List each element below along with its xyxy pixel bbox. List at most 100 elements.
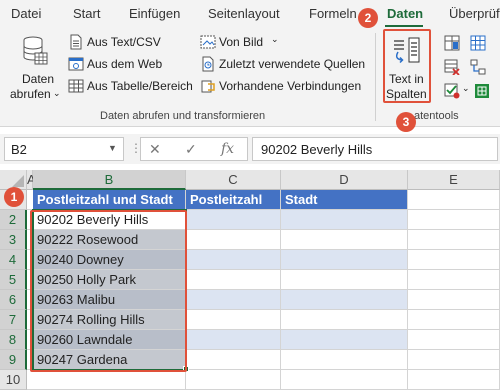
column-header-c[interactable]: C	[186, 170, 281, 190]
column-header-e[interactable]: E	[408, 170, 500, 190]
cell-c1[interactable]: Postleitzahl	[186, 190, 281, 210]
cell-d8[interactable]	[281, 330, 408, 350]
name-box[interactable]: B2	[4, 137, 124, 161]
remove-duplicates-icon[interactable]	[444, 59, 460, 75]
tab-seitenlayout[interactable]: Seitenlayout	[208, 6, 280, 21]
chevron-down-icon[interactable]: ▼	[108, 143, 117, 153]
from-web-button[interactable]: Aus dem Web	[68, 56, 188, 74]
cell-c9[interactable]	[186, 350, 281, 370]
data-validation-icon[interactable]	[444, 83, 460, 99]
relationships-icon[interactable]	[470, 59, 486, 75]
get-data-label-2: abrufen	[10, 87, 51, 101]
from-picture-label: Von Bild	[219, 35, 264, 49]
chevron-down-icon[interactable]: ⌄	[462, 83, 470, 94]
recent-file-icon	[202, 56, 214, 72]
data-model-icon[interactable]	[474, 83, 490, 99]
row-header-3[interactable]: 3	[0, 230, 27, 250]
row-header-9[interactable]: 9	[0, 350, 27, 370]
recent-sources-button[interactable]: Zuletzt verwendete Quellen	[200, 56, 370, 74]
formula-input[interactable]: 90202 Beverly Hills	[252, 137, 498, 161]
selection-highlight	[30, 210, 187, 372]
callout-badge-1: 1	[4, 187, 24, 207]
text-to-columns-highlight	[383, 29, 431, 103]
from-text-csv-label: Aus Text/CSV	[87, 35, 161, 49]
cell-c10[interactable]	[186, 370, 281, 390]
column-header-d[interactable]: D	[281, 170, 408, 190]
formula-buttons: ✕ ✓ fx	[140, 137, 248, 161]
tab-start[interactable]: Start	[73, 6, 100, 21]
menu-bar: Datei Start Einfügen Seitenlayout Formel…	[0, 0, 500, 27]
existing-connections-button[interactable]: Vorhandene Verbindungen	[200, 78, 370, 96]
cell-d4[interactable]	[281, 250, 408, 270]
cell-c6[interactable]	[186, 290, 281, 310]
cell-c2[interactable]	[186, 210, 281, 230]
existing-connections-label: Vorhandene Verbindungen	[219, 79, 362, 93]
row-header-7[interactable]: 7	[0, 310, 27, 330]
cell-b1[interactable]: Postleitzahl und Stadt	[33, 190, 186, 210]
get-data-button[interactable]: Daten abrufen ⌄	[6, 31, 64, 103]
from-web-label: Aus dem Web	[87, 57, 163, 71]
cell-e4[interactable]	[408, 250, 500, 270]
chevron-down-icon: ⌄	[53, 88, 61, 98]
flash-fill-icon[interactable]	[444, 35, 460, 51]
cell-d7[interactable]	[281, 310, 408, 330]
cell-c7[interactable]	[186, 310, 281, 330]
row-header-2[interactable]: 2	[0, 210, 27, 230]
database-icon	[23, 36, 48, 65]
column-header-b[interactable]: B	[33, 170, 186, 190]
cell-d10[interactable]	[281, 370, 408, 390]
cell-d5[interactable]	[281, 270, 408, 290]
cell-d2[interactable]	[281, 210, 408, 230]
tab-einfuegen[interactable]: Einfügen	[129, 6, 180, 21]
cell-e3[interactable]	[408, 230, 500, 250]
from-text-csv-button[interactable]: Aus Text/CSV	[68, 34, 188, 52]
cell-d6[interactable]	[281, 290, 408, 310]
group-separator	[375, 33, 376, 121]
from-table-button[interactable]: Aus Tabelle/Bereich	[68, 78, 194, 96]
function-icon[interactable]: fx	[221, 141, 234, 157]
cell-d9[interactable]	[281, 350, 408, 370]
recent-sources-label: Zuletzt verwendete Quellen	[219, 57, 366, 71]
row-header-4[interactable]: 4	[0, 250, 27, 270]
spreadsheet-grid: A B C D E 1 Postleitzahl und Stadt Postl…	[0, 170, 500, 392]
chevron-down-icon: ⌄	[271, 34, 279, 44]
cell-e1[interactable]	[408, 190, 500, 210]
connections-icon	[201, 80, 215, 93]
cell-c8[interactable]	[186, 330, 281, 350]
cell-d3[interactable]	[281, 230, 408, 250]
tab-ueberpruefen[interactable]: Überprüfen	[449, 6, 500, 21]
cell-e8[interactable]	[408, 330, 500, 350]
picture-icon	[200, 35, 216, 49]
table-grid-icon[interactable]	[470, 35, 486, 51]
get-data-label-1: Daten	[22, 72, 55, 86]
cell-e2[interactable]	[408, 210, 500, 230]
cell-c5[interactable]	[186, 270, 281, 290]
formula-bar: B2 ▼ ⋮ ✕ ✓ fx 90202 Beverly Hills	[0, 134, 500, 164]
cell-c3[interactable]	[186, 230, 281, 250]
table-icon	[68, 79, 84, 93]
callout-badge-2: 2	[358, 8, 378, 28]
row-header-10[interactable]: 10	[0, 370, 27, 390]
select-all-icon	[12, 175, 24, 187]
cell-b10[interactable]	[33, 370, 186, 390]
enter-icon[interactable]: ✓	[185, 141, 197, 158]
cell-c4[interactable]	[186, 250, 281, 270]
from-picture-button[interactable]: Von Bild ⌄	[200, 34, 290, 52]
cell-d1[interactable]: Stadt	[281, 190, 408, 210]
row-header-8[interactable]: 8	[0, 330, 27, 350]
row-header-5[interactable]: 5	[0, 270, 27, 290]
cell-e10[interactable]	[408, 370, 500, 390]
tab-formeln[interactable]: Formeln	[309, 6, 357, 21]
group-label-data-tools: atentools	[414, 110, 459, 122]
group-label-get-transform: Daten abrufen und transformieren	[100, 110, 266, 122]
cell-e6[interactable]	[408, 290, 500, 310]
cell-e7[interactable]	[408, 310, 500, 330]
cell-e9[interactable]	[408, 350, 500, 370]
cancel-icon[interactable]: ✕	[149, 141, 161, 158]
tab-datei[interactable]: Datei	[11, 6, 41, 21]
row-header-6[interactable]: 6	[0, 290, 27, 310]
callout-badge-3: 3	[396, 112, 416, 132]
tab-daten[interactable]: Daten	[387, 6, 423, 21]
cell-e5[interactable]	[408, 270, 500, 290]
web-page-icon	[68, 57, 84, 71]
